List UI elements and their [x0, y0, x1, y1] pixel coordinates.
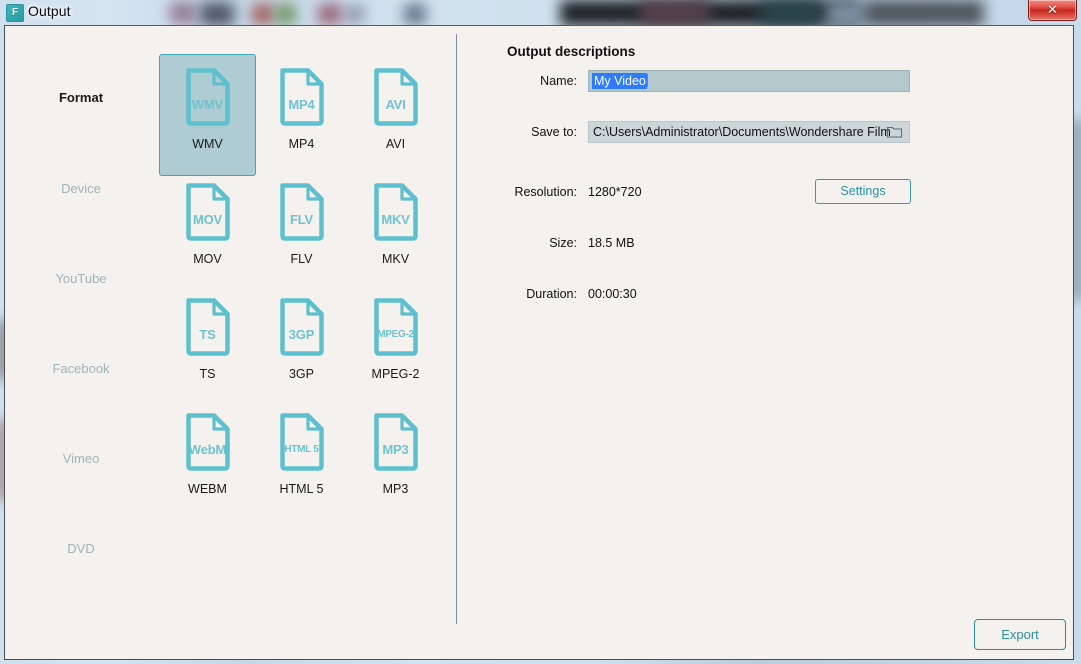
sidebar-item-facebook[interactable]: Facebook [5, 361, 157, 376]
format-label: FLV [290, 252, 313, 266]
file-document-icon: WebM [184, 411, 232, 473]
settings-button[interactable]: Settings [815, 179, 911, 204]
format-label: TS [199, 367, 216, 381]
category-sidebar: Format Device YouTube Facebook Vimeo DVD [5, 26, 157, 659]
format-tile-mp4[interactable]: MP4 MP4 [253, 54, 350, 176]
format-tile-mpeg-2[interactable]: MPEG-2 MPEG-2 [347, 284, 444, 406]
saveto-input[interactable]: C:\Users\Administrator\Documents\Wonders… [588, 121, 910, 143]
file-document-icon: 3GP [278, 296, 326, 358]
format-tile-webm[interactable]: WebM WEBM [159, 399, 256, 521]
close-icon[interactable]: ✕ [1028, 0, 1077, 21]
file-document-icon: AVI [372, 66, 420, 128]
file-document-icon: FLV [278, 181, 326, 243]
file-document-icon: WMV [184, 66, 232, 128]
format-label: MP3 [382, 482, 409, 496]
dialog-body: Format Device YouTube Facebook Vimeo DVD WMV W… [4, 25, 1074, 660]
sidebar-item-device[interactable]: Device [5, 181, 157, 196]
file-document-icon: MP4 [278, 66, 326, 128]
format-tile-mkv[interactable]: MKV MKV [347, 169, 444, 291]
file-document-icon: MKV [372, 181, 420, 243]
format-label: AVI [385, 137, 406, 151]
output-window: F Output ✕ Format Device YouTube Facebook Vi… [0, 0, 1081, 664]
folder-icon[interactable] [887, 125, 902, 138]
format-label: MPEG-2 [371, 367, 420, 381]
format-tile-flv[interactable]: FLV FLV [253, 169, 350, 291]
size-value: 18.5 MB [588, 236, 635, 250]
file-document-icon: MPEG-2 [372, 296, 420, 358]
file-document-icon: MOV [184, 181, 232, 243]
panel-heading: Output descriptions [507, 44, 636, 59]
format-label: HTML 5 [279, 482, 324, 496]
resolution-value: 1280*720 [588, 185, 642, 199]
name-label: Name: [540, 74, 577, 88]
format-label: 3GP [288, 367, 314, 381]
name-input[interactable]: My Video [588, 70, 910, 92]
file-document-icon: MP3 [372, 411, 420, 473]
format-label: WMV [192, 137, 223, 151]
format-label: MKV [381, 252, 410, 266]
format-label: MOV [193, 252, 222, 266]
format-tile-mp3[interactable]: MP3 MP3 [347, 399, 444, 521]
format-label: MP4 [288, 137, 315, 151]
duration-value: 00:00:30 [588, 287, 637, 301]
saveto-label: Save to: [531, 125, 577, 139]
sidebar-item-youtube[interactable]: YouTube [5, 271, 157, 286]
title-bar: F Output ✕ [0, 0, 1081, 25]
app-logo-icon: F [6, 4, 24, 22]
resolution-label: Resolution: [514, 185, 577, 199]
format-tile-avi[interactable]: AVI AVI [347, 54, 444, 176]
format-tile-html-5[interactable]: HTML 5 HTML 5 [253, 399, 350, 521]
text-caret [646, 74, 648, 87]
format-tile-wmv[interactable]: WMV WMV [159, 54, 256, 176]
file-document-icon: TS [184, 296, 232, 358]
size-label: Size: [549, 236, 577, 250]
name-input-selected-text: My Video [592, 73, 647, 89]
window-title: Output [28, 3, 71, 19]
duration-label: Duration: [526, 287, 577, 301]
format-tile-3gp[interactable]: 3GP 3GP [253, 284, 350, 406]
format-label: WEBM [188, 482, 227, 496]
sidebar-item-vimeo[interactable]: Vimeo [5, 451, 157, 466]
output-descriptions-panel: Output descriptions Name: My Video Save … [457, 26, 1073, 659]
format-grid: WMV WMV MP4 MP4 AVI AVI MOV MOV FLV FLV MKV MKV TS TS… [157, 26, 457, 659]
sidebar-item-dvd[interactable]: DVD [5, 541, 157, 556]
format-tile-ts[interactable]: TS TS [159, 284, 256, 406]
format-tile-mov[interactable]: MOV MOV [159, 169, 256, 291]
export-button[interactable]: Export [974, 619, 1066, 650]
file-document-icon: HTML 5 [278, 411, 326, 473]
sidebar-item-format[interactable]: Format [5, 90, 157, 105]
